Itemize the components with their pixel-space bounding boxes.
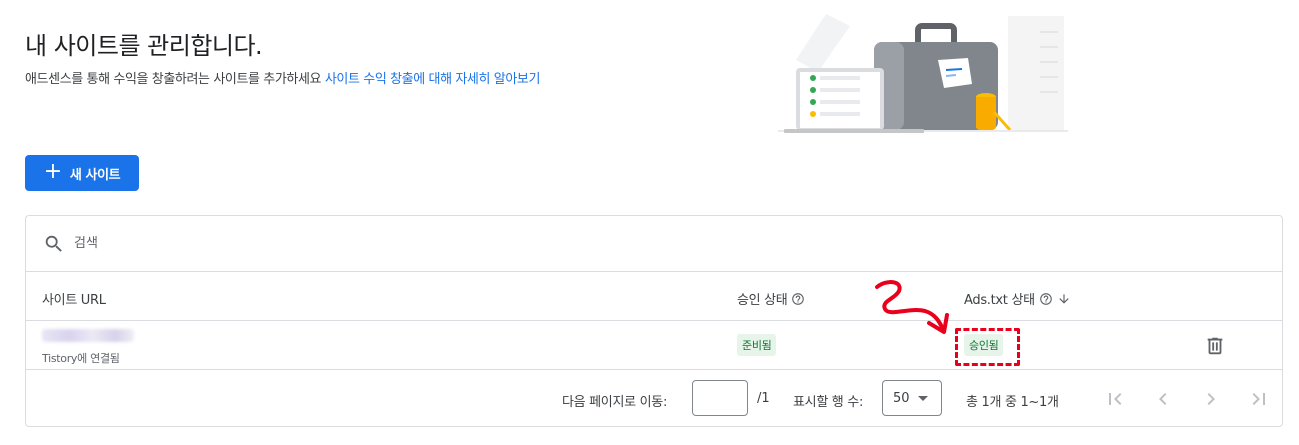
table-row[interactable]: Tistory에 연결됨 준비됨 승인됨 <box>26 322 1282 370</box>
first-page-icon[interactable] <box>1103 387 1127 411</box>
rows-per-page-label: 표시할 행 수: <box>793 395 864 410</box>
help-circle-icon[interactable] <box>791 292 805 306</box>
page-subtitle: 애드센스를 통해 수익을 창출하려는 사이트를 추가하세요 사이트 수익 창출에… <box>25 68 540 87</box>
table-header: 사이트 URL 승인 상태 Ads.txt 상태 <box>26 272 1282 321</box>
new-site-button[interactable]: + 새 사이트 <box>25 155 139 191</box>
row-count-label: 총 1개 중 1~1개 <box>966 395 1059 410</box>
sites-illustration <box>778 14 1068 133</box>
help-circle-icon[interactable] <box>1039 292 1053 306</box>
new-site-label: 새 사이트 <box>69 167 121 183</box>
column-label-approval-status: 승인 상태 <box>737 293 788 308</box>
goto-page-label: 다음 페이지로 이동: <box>562 395 668 410</box>
total-pages-label: /1 <box>757 391 770 406</box>
column-label-ads-txt-status: Ads.txt 상태 <box>964 293 1035 308</box>
pagination-bar: 다음 페이지로 이동: /1 표시할 행 수: 50 총 1개 중 1~1개 <box>26 371 1282 427</box>
approval-status-badge: 준비됨 <box>737 334 777 356</box>
arrow-down-icon[interactable] <box>1057 292 1071 306</box>
search-input[interactable] <box>74 236 474 251</box>
column-header-site-url[interactable]: 사이트 URL <box>42 289 106 308</box>
goto-page-input[interactable] <box>692 380 748 416</box>
page-title: 내 사이트를 관리합니다. <box>25 32 263 60</box>
subtitle-text: 애드센스를 통해 수익을 창출하려는 사이트를 추가하세요 <box>25 72 325 87</box>
search-icon <box>45 235 62 252</box>
caret-down-icon <box>917 395 928 401</box>
last-page-icon[interactable] <box>1247 387 1271 411</box>
ads-txt-status-badge: 승인됨 <box>964 334 1004 356</box>
chevron-right-icon[interactable] <box>1199 387 1223 411</box>
column-header-ads-txt-status[interactable]: Ads.txt 상태 <box>964 289 1071 308</box>
connection-label: Tistory에 연결됨 <box>42 352 120 365</box>
rows-per-page-value: 50 <box>893 390 910 406</box>
chevron-left-icon[interactable] <box>1151 387 1175 411</box>
plus-icon: + <box>43 159 62 184</box>
sites-table-card: 사이트 URL 승인 상태 Ads.txt 상태 Tistory에 연결됨 준비… <box>25 215 1283 427</box>
site-url-redacted[interactable] <box>42 329 134 342</box>
learn-more-link[interactable]: 사이트 수익 창출에 대해 자세히 알아보기 <box>325 72 541 87</box>
trash-icon[interactable] <box>1204 334 1226 358</box>
rows-per-page-select[interactable]: 50 <box>882 380 942 416</box>
column-header-approval-status[interactable]: 승인 상태 <box>737 289 805 308</box>
column-label-site-url: 사이트 URL <box>42 293 106 308</box>
search-bar <box>26 216 1282 272</box>
